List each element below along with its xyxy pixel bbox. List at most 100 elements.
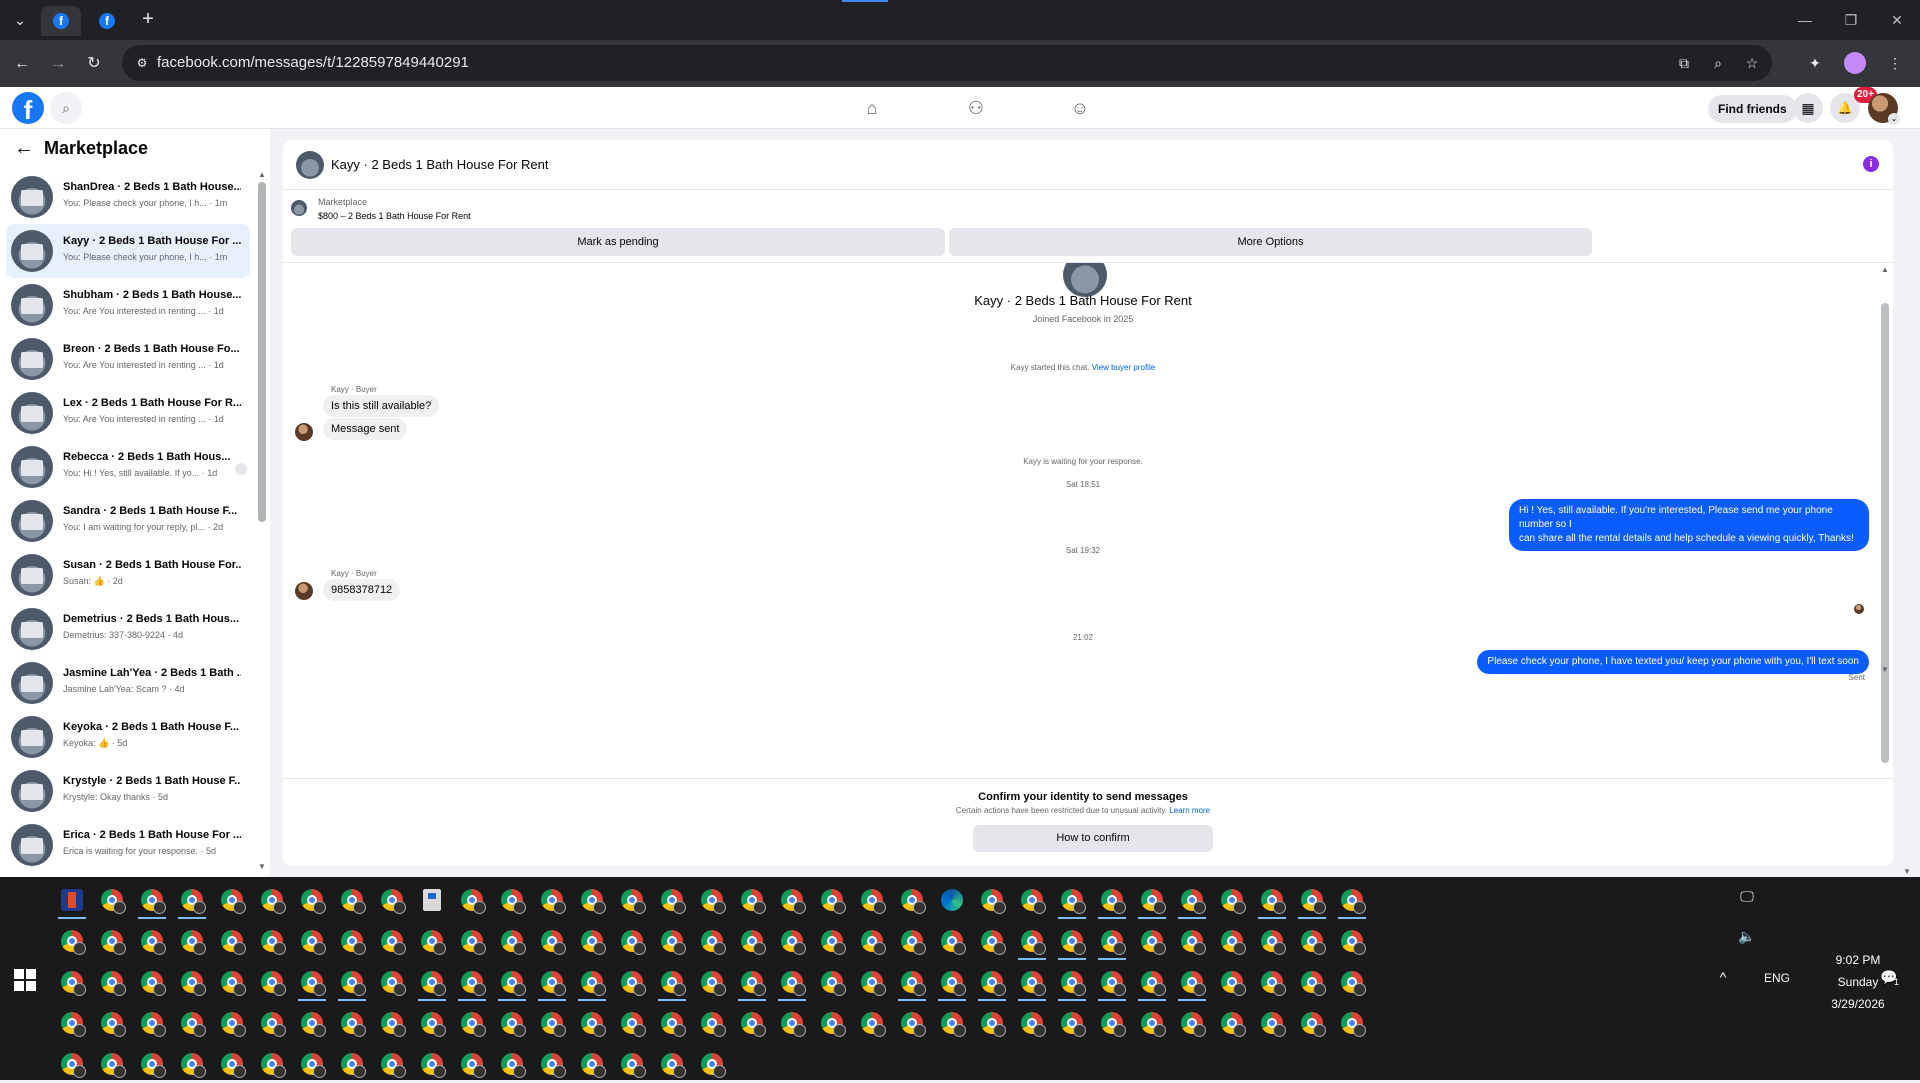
taskbar-app-button[interactable]	[732, 881, 772, 919]
taskbar-app-button[interactable]	[492, 881, 532, 919]
taskbar-app-button[interactable]	[812, 963, 852, 1001]
scroll-down-icon[interactable]: ▼	[1881, 665, 1889, 674]
taskbar-app-button[interactable]	[612, 881, 652, 919]
taskbar-app-button[interactable]	[1132, 963, 1172, 1001]
taskbar-app-button[interactable]	[892, 922, 932, 960]
taskbar-app-button[interactable]	[572, 1045, 612, 1083]
buyer-profile-avatar[interactable]	[1063, 263, 1107, 297]
taskbar-app-button[interactable]	[932, 963, 972, 1001]
taskbar-app-button[interactable]	[92, 881, 132, 919]
taskbar-app-button[interactable]	[252, 1004, 292, 1042]
taskbar-app-button[interactable]	[612, 1004, 652, 1042]
thread-scrollbar[interactable]: ▲ ▼	[1881, 265, 1889, 775]
address-bar[interactable]: ⚙ facebook.com/messages/t/12285978494402…	[122, 45, 1772, 81]
taskbar-app-button[interactable]	[1252, 963, 1292, 1001]
page-scroll-down-icon[interactable]: ▼	[1903, 867, 1911, 876]
conversation-item[interactable]: Lex · 2 Beds 1 Bath House For R... You: A…	[6, 386, 250, 440]
taskbar-app-button[interactable]	[612, 922, 652, 960]
taskbar-app-button[interactable]	[1252, 881, 1292, 919]
taskbar-app-button[interactable]	[612, 1045, 652, 1083]
taskbar-app-button[interactable]	[972, 1004, 1012, 1042]
taskbar-app-button[interactable]	[132, 881, 172, 919]
taskbar-app-button[interactable]	[292, 963, 332, 1001]
incoming-message[interactable]: Is this still available?	[323, 395, 440, 417]
taskbar-app-button[interactable]	[212, 963, 252, 1001]
mark-pending-button[interactable]: Mark as pending	[291, 228, 945, 256]
taskbar-app-button[interactable]	[852, 922, 892, 960]
more-options-button[interactable]: More Options	[949, 228, 1592, 256]
back-arrow-icon[interactable]: ←	[14, 137, 34, 160]
search-icon[interactable]: ⌕	[50, 92, 82, 124]
conversation-item[interactable]: Rebecca · 2 Beds 1 Bath Hous... You: Hi !…	[6, 440, 250, 494]
sender-avatar[interactable]	[295, 423, 313, 441]
tab-search-dropdown[interactable]: ⌄	[8, 9, 32, 31]
scroll-up-icon[interactable]: ▲	[1881, 265, 1889, 274]
taskbar-app-button[interactable]	[92, 1045, 132, 1083]
taskbar-app-button[interactable]	[1212, 922, 1252, 960]
forward-button[interactable]: →	[46, 52, 70, 76]
taskbar-app-button[interactable]	[1292, 963, 1332, 1001]
taskbar-app-button[interactable]	[52, 963, 92, 1001]
taskbar-app-button[interactable]	[1212, 963, 1252, 1001]
taskbar-app-button[interactable]	[412, 922, 452, 960]
taskbar-app-button[interactable]	[932, 881, 972, 919]
account-chevron-icon[interactable]: ⌄	[1888, 113, 1900, 125]
taskbar-app-button[interactable]	[572, 963, 612, 1001]
taskbar-app-button[interactable]	[852, 881, 892, 919]
install-app-icon[interactable]: ⧉	[1674, 53, 1694, 73]
incoming-message[interactable]: 9858378712	[323, 579, 401, 601]
taskbar-app-button[interactable]	[532, 1004, 572, 1042]
taskbar-app-button[interactable]	[132, 1004, 172, 1042]
outgoing-message[interactable]: Hi ! Yes, still available. If you're int…	[1509, 499, 1869, 551]
chat-title[interactable]: Kayy · 2 Beds 1 Bath House For Rent	[331, 157, 549, 172]
tray-chevron-icon[interactable]: ^	[1712, 969, 1734, 985]
conversation-item[interactable]: Erica · 2 Beds 1 Bath House For ... Erica…	[6, 818, 250, 872]
taskbar-app-button[interactable]	[52, 1004, 92, 1042]
friends-icon[interactable]: ⚇	[924, 87, 1028, 129]
taskbar-app-button[interactable]	[1172, 963, 1212, 1001]
chat-avatar[interactable]	[296, 151, 324, 179]
taskbar-app-button[interactable]	[692, 922, 732, 960]
taskbar-app-button[interactable]	[772, 963, 812, 1001]
taskbar-app-button[interactable]	[1332, 881, 1372, 919]
url-text[interactable]: facebook.com/messages/t/1228597849440291	[157, 45, 469, 81]
taskbar-app-button[interactable]	[692, 1045, 732, 1083]
taskbar-app-button[interactable]	[412, 881, 452, 919]
taskbar-app-button[interactable]	[332, 1004, 372, 1042]
conversation-item[interactable]: Demetrius · 2 Beds 1 Bath Hous... Demetri…	[6, 602, 250, 656]
taskbar-app-button[interactable]	[452, 1045, 492, 1083]
taskbar-app-button[interactable]	[372, 1045, 412, 1083]
taskbar-app-button[interactable]	[332, 881, 372, 919]
taskbar-app-button[interactable]	[1132, 881, 1172, 919]
taskbar-app-button[interactable]	[1332, 963, 1372, 1001]
taskbar-app-button[interactable]	[52, 1045, 92, 1083]
taskbar-app-button[interactable]	[372, 963, 412, 1001]
taskbar-app-button[interactable]	[1292, 922, 1332, 960]
back-button[interactable]: ←	[10, 52, 34, 76]
taskbar-app-button[interactable]	[1092, 1004, 1132, 1042]
taskbar-app-button[interactable]	[1052, 881, 1092, 919]
view-buyer-profile-link[interactable]: View buyer profile	[1092, 363, 1155, 372]
scroll-up-icon[interactable]: ▲	[258, 170, 266, 179]
taskbar-app-button[interactable]	[492, 922, 532, 960]
taskbar-app-button[interactable]	[332, 922, 372, 960]
taskbar-app-button[interactable]	[452, 1004, 492, 1042]
taskbar-app-button[interactable]	[932, 922, 972, 960]
taskbar-app-button[interactable]	[132, 963, 172, 1001]
taskbar-app-button[interactable]	[1212, 881, 1252, 919]
taskbar-app-button[interactable]	[492, 963, 532, 1001]
outgoing-message[interactable]: Please check your phone, I have texted y…	[1477, 650, 1869, 674]
tab-facebook[interactable]: f	[87, 6, 127, 36]
bookmark-star-icon[interactable]: ☆	[1742, 53, 1762, 73]
taskbar-app-button[interactable]	[812, 922, 852, 960]
taskbar-app-button[interactable]	[852, 1004, 892, 1042]
taskbar-app-button[interactable]	[532, 963, 572, 1001]
taskbar-app-button[interactable]	[412, 1004, 452, 1042]
taskbar-app-button[interactable]	[1092, 922, 1132, 960]
conversation-item[interactable]: Keyoka · 2 Beds 1 Bath House F... Keyoka:…	[6, 710, 250, 764]
conversation-item[interactable]: Kayy · 2 Beds 1 Bath House For ... You: P…	[6, 224, 250, 278]
taskbar-app-button[interactable]	[1292, 1004, 1332, 1042]
taskbar-app-button[interactable]	[412, 963, 452, 1001]
taskbar-app-button[interactable]	[1292, 881, 1332, 919]
taskbar-app-button[interactable]	[1052, 963, 1092, 1001]
